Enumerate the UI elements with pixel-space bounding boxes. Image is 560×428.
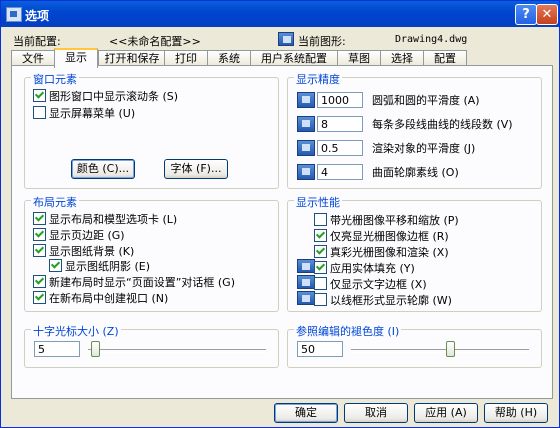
checkbox-paper-shadow[interactable]: 显示图纸阴影 (E) (49, 259, 150, 273)
close-button[interactable]: ✕ (536, 4, 558, 25)
xref-fading-group: 参照编辑的褪色度 (I) 50 (287, 323, 542, 368)
tab-files[interactable]: 文件 (11, 50, 55, 66)
display-performance-title: 显示性能 (294, 194, 342, 210)
render-smoothness-label: 渲染对象的平滑度 (J) (372, 142, 476, 155)
checkbox-create-viewport[interactable]: 在新布局中创建视口 (N) (33, 291, 168, 305)
arc-smoothness-label: 圆弧和圆的平滑度 (A) (372, 94, 480, 107)
xref-fading-title: 参照编辑的褪色度 (I) (294, 323, 402, 339)
checkbox-silhouette-wireframe[interactable]: 以线框形式显示轮廓 (W) (314, 293, 452, 307)
current-drawing-value: Drawing4.dwg (395, 34, 468, 45)
help-title-button[interactable]: ? (515, 4, 537, 25)
checkbox-box[interactable] (33, 228, 46, 241)
display-performance-group: 显示性能 带光栅图像平移和缩放 (P) 仅亮显光栅图像边框 (R) 真彩光栅图像… (287, 194, 542, 312)
checkbox-box[interactable] (314, 261, 327, 274)
drawing-stored-icon (297, 259, 315, 273)
checkbox-box[interactable] (33, 212, 46, 225)
current-config-label: 当前配置: (13, 35, 61, 48)
checkbox-box[interactable] (314, 229, 327, 242)
drawing-stored-icon (297, 275, 315, 289)
tab-user-preferences[interactable]: 用户系统配置 (250, 50, 338, 66)
polyline-segments-label: 每条多段线曲线的线段数 (V) (372, 118, 513, 131)
tab-system[interactable]: 系统 (207, 50, 251, 66)
drawing-stored-icon (297, 164, 315, 180)
drawing-icon (278, 32, 294, 46)
arc-smoothness-input[interactable]: 1000 (317, 92, 363, 108)
drawing-stored-icon (297, 116, 315, 132)
checkbox-pan-zoom-raster[interactable]: 带光栅图像平移和缩放 (P) (314, 213, 459, 227)
checkbox-text-frame[interactable]: 仅显示文字边框 (X) (314, 277, 427, 291)
checkbox-true-color[interactable]: 真彩光栅图像和渲染 (X) (314, 245, 449, 259)
checkbox-box[interactable] (314, 277, 327, 290)
checkbox-box[interactable] (314, 245, 327, 258)
cancel-button[interactable]: 取消 (344, 403, 408, 423)
checkbox-box[interactable] (33, 275, 46, 288)
checkbox-box[interactable] (33, 106, 46, 119)
crosshair-slider-thumb[interactable] (91, 341, 101, 357)
tab-plot[interactable]: 打印 (164, 50, 208, 66)
checkbox-box[interactable] (314, 213, 327, 226)
display-resolution-title: 显示精度 (294, 71, 342, 87)
checkbox-box[interactable] (33, 244, 46, 257)
checkbox-screen-menu[interactable]: 显示屏幕菜单 (U) (33, 106, 135, 120)
checkbox-paper-background[interactable]: 显示图纸背景 (K) (33, 244, 134, 258)
help-button[interactable]: 帮助 (H) (484, 403, 548, 423)
tab-display[interactable]: 显示 (54, 48, 98, 68)
drawing-stored-icon (297, 291, 315, 305)
tab-selection[interactable]: 选择 (380, 50, 424, 66)
current-drawing-label: 当前图形: (298, 35, 346, 48)
apply-button[interactable]: 应用 (A) (414, 403, 478, 423)
ok-button[interactable]: 确定 (274, 403, 338, 423)
app-icon (6, 7, 22, 22)
window-elements-title: 窗口元素 (31, 71, 79, 87)
polyline-segments-input[interactable]: 8 (317, 116, 363, 132)
contour-lines-input[interactable]: 4 (317, 164, 363, 180)
xref-fading-slider-track[interactable] (351, 349, 529, 353)
checkbox-page-setup-dialog[interactable]: 新建布局时显示“页面设置”对话框 (G) (33, 275, 235, 289)
options-dialog: 选项 ? ✕ 当前配置: <<未命名配置>> 当前图形: Drawing4.dw… (0, 0, 560, 428)
render-smoothness-input[interactable]: 0.5 (317, 140, 363, 156)
contour-lines-label: 曲面轮廓素线 (O) (372, 166, 459, 179)
checkbox-box[interactable] (49, 259, 62, 272)
checkbox-solid-fill[interactable]: 应用实体填充 (Y) (314, 261, 415, 275)
drawing-stored-icon (297, 140, 315, 156)
display-panel: 窗口元素 图形窗口中显示滚动条 (S) 显示屏幕菜单 (U) 颜色 (C)...… (11, 65, 553, 399)
display-resolution-group: 显示精度 1000 圆弧和圆的平滑度 (A) 8 每条多段线曲线的线段数 (V)… (287, 71, 542, 189)
tab-profiles[interactable]: 配置 (423, 50, 467, 66)
checkbox-highlight-raster-frame[interactable]: 仅亮显光栅图像边框 (R) (314, 229, 449, 243)
checkbox-box[interactable] (33, 291, 46, 304)
layout-elements-group: 布局元素 显示布局和模型选项卡 (L) 显示页边距 (G) 显示图纸背景 (K)… (24, 194, 279, 312)
checkbox-layout-model-tabs[interactable]: 显示布局和模型选项卡 (L) (33, 212, 177, 226)
window-title: 选项 (25, 9, 50, 23)
crosshair-slider-track[interactable] (88, 349, 266, 353)
xref-fading-input[interactable]: 50 (297, 341, 343, 357)
crosshair-size-group: 十字光标大小 (Z) 5 (24, 323, 279, 368)
fonts-button[interactable]: 字体 (F)... (164, 159, 228, 179)
current-config-value: <<未命名配置>> (109, 35, 201, 48)
tab-open-save[interactable]: 打开和保存 (98, 50, 166, 66)
xref-fading-slider-thumb[interactable] (445, 341, 455, 357)
colors-button[interactable]: 颜色 (C)... (71, 159, 135, 179)
crosshair-size-input[interactable]: 5 (34, 341, 80, 357)
crosshair-size-title: 十字光标大小 (Z) (31, 323, 121, 339)
title-bar[interactable]: 选项 ? ✕ (1, 1, 559, 27)
checkbox-show-scrollbars[interactable]: 图形窗口中显示滚动条 (S) (33, 89, 178, 103)
window-elements-group: 窗口元素 图形窗口中显示滚动条 (S) 显示屏幕菜单 (U) 颜色 (C)...… (24, 71, 279, 189)
checkbox-box[interactable] (314, 293, 327, 306)
layout-elements-title: 布局元素 (31, 194, 79, 210)
drawing-stored-icon (297, 92, 315, 108)
checkbox-printable-area[interactable]: 显示页边距 (G) (33, 228, 125, 242)
tab-drafting[interactable]: 草图 (337, 50, 381, 66)
checkbox-box[interactable] (33, 89, 46, 102)
